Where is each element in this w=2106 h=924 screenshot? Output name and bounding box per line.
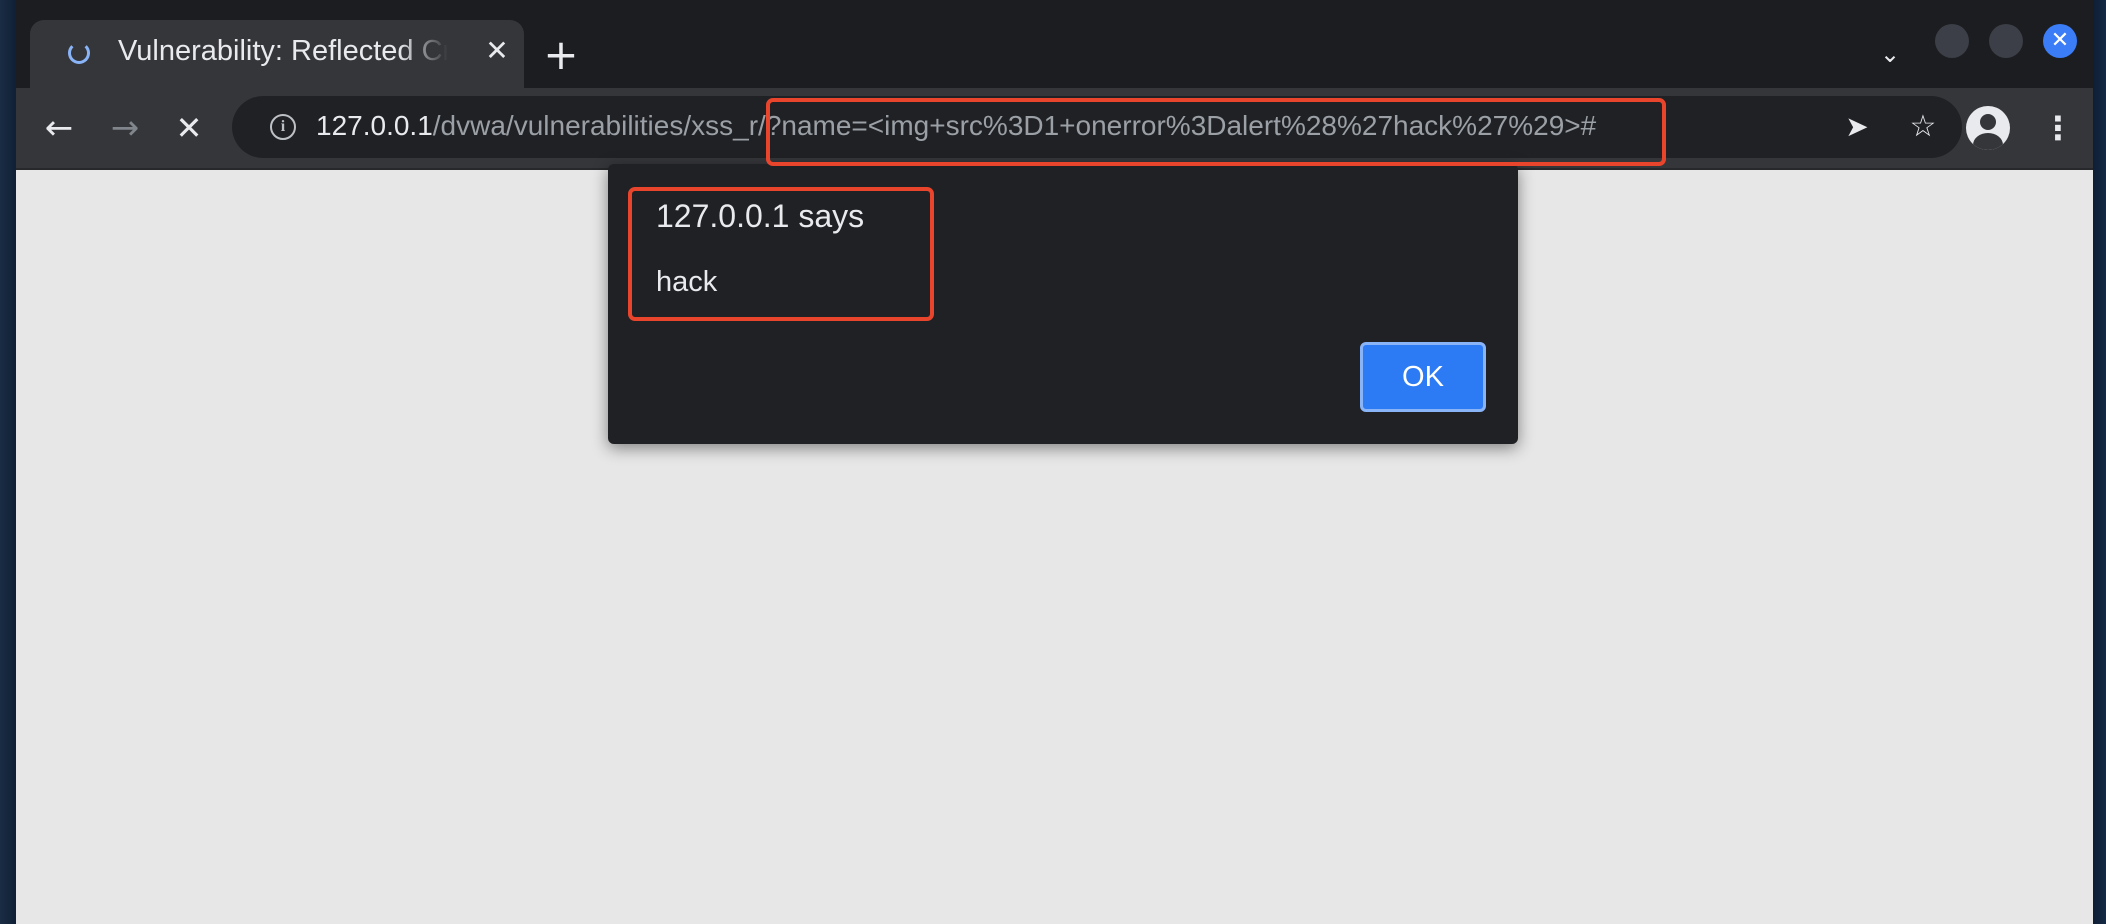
profile-avatar-icon[interactable]	[1966, 106, 2010, 150]
url-host: 127.0.0.1	[316, 110, 433, 141]
tab-close-icon[interactable]: ✕	[480, 34, 514, 68]
url-path: /dvwa/vulnerabilities/xss_r/	[432, 110, 766, 141]
loading-spinner-icon	[68, 42, 90, 64]
bookmark-star-icon[interactable]: ☆	[1904, 108, 1942, 146]
kebab-menu-icon[interactable]: ⋮	[2042, 106, 2074, 150]
desktop-edge-right	[2093, 0, 2106, 924]
alert-ok-button[interactable]: OK	[1360, 342, 1486, 412]
window-maximize-button[interactable]	[1989, 24, 2023, 58]
browser-tab[interactable]: Vulnerability: Reflected Cross Site Scri…	[30, 20, 524, 88]
send-to-device-icon[interactable]: ➤	[1838, 108, 1876, 146]
site-info-icon[interactable]: i	[270, 114, 296, 140]
tab-search-chevron-icon[interactable]: ⌄	[1872, 36, 1908, 72]
tab-title: Vulnerability: Reflected Cross Site Scri…	[118, 35, 448, 67]
window-minimize-button[interactable]	[1935, 24, 1969, 58]
back-arrow-icon[interactable]: ←	[36, 105, 82, 151]
alert-highlight-box	[628, 187, 934, 321]
profile-avatar-body	[1973, 133, 2003, 150]
url-highlight-box	[766, 98, 1666, 166]
desktop-edge-left	[0, 0, 16, 924]
tab-strip: Vulnerability: Reflected Cross Site Scri…	[16, 0, 2093, 88]
profile-avatar-head	[1980, 114, 1996, 130]
forward-arrow-icon[interactable]: →	[102, 105, 148, 151]
stop-loading-icon[interactable]: ✕	[166, 105, 212, 151]
new-tab-button[interactable]: +	[536, 30, 586, 80]
screenshot-root: Vulnerability: Reflected Cross Site Scri…	[0, 0, 2106, 924]
window-close-button[interactable]: ✕	[2043, 24, 2077, 58]
browser-window: Vulnerability: Reflected Cross Site Scri…	[16, 0, 2093, 924]
